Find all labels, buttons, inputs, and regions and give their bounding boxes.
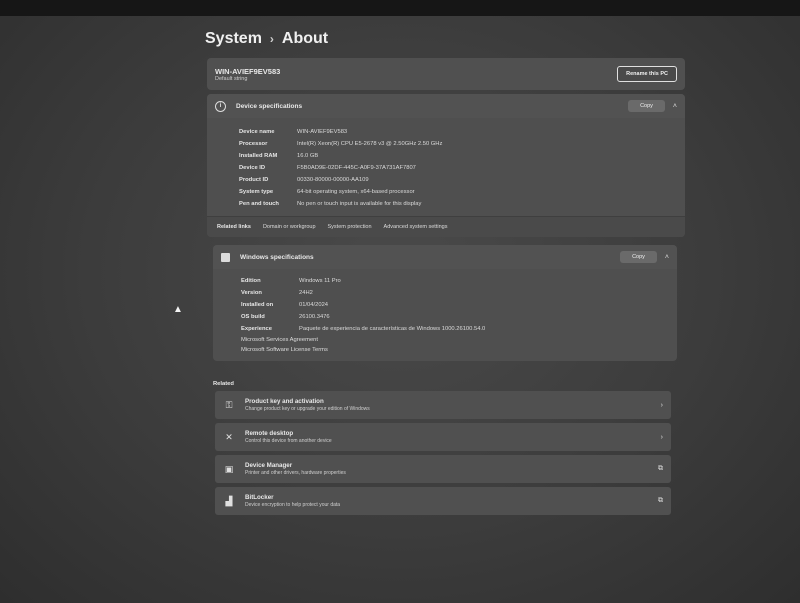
pc-subtitle: Default string [215, 75, 248, 82]
windows-specifications-header[interactable]: Windows specifications Copy ˄ [213, 245, 677, 269]
related-item-desc: Printer and other drivers, hardware prop… [245, 469, 346, 476]
breadcrumb-separator-icon: › [269, 32, 274, 46]
spec-value: 64-bit operating system, x64-based proce… [297, 189, 415, 195]
screen: System › About WIN-AVIEF9EV583 Default s… [0, 0, 800, 603]
device-manager-item[interactable]: ▣ Device Manager Printer and other drive… [215, 455, 671, 483]
device-specifications-title: Device specifications [236, 102, 303, 110]
spec-value: Windows 11 Pro [299, 278, 341, 284]
spec-key: Installed on [241, 302, 274, 308]
spec-row: Product ID 00330-80000-00000-AA109 [239, 174, 685, 186]
spec-row: Device ID F5B0AD9E-02DF-445C-A0F9-37A731A… [239, 162, 685, 174]
spec-row: Version 24H2 [241, 287, 677, 299]
breadcrumb-system[interactable]: System [205, 30, 262, 48]
spec-key: System type [239, 189, 274, 195]
remote-icon: ✕ [225, 431, 233, 442]
domain-or-workgroup-link[interactable]: Domain or workgroup [263, 224, 316, 230]
spec-value: 26100.3476 [299, 314, 330, 320]
spec-row: Pen and touch No pen or touch input is av… [239, 198, 685, 210]
related-links-bar: Related links Domain or workgroup System… [207, 216, 685, 237]
related-item-title: BitLocker [245, 494, 274, 502]
advanced-system-settings-link[interactable]: Advanced system settings [384, 224, 448, 230]
product-key-item[interactable]: ⚿ Product key and activation Change prod… [215, 391, 671, 419]
pc-name: WIN-AVIEF9EV583 [215, 66, 281, 76]
related-list: ⚿ Product key and activation Change prod… [215, 391, 671, 515]
chevron-up-icon[interactable]: ˄ [665, 254, 669, 261]
device-specifications-header[interactable]: i Device specifications Copy ˄ [207, 94, 685, 118]
copy-windows-specs-button[interactable]: Copy [620, 251, 657, 263]
spec-value: 16.0 GB [297, 153, 319, 159]
chevron-up-icon[interactable]: ˄ [673, 103, 677, 110]
spec-key: Processor [239, 141, 268, 147]
spec-row: Experience Paquete de experiencia de cara… [241, 323, 677, 335]
related-item-desc: Device encryption to help protect your d… [245, 501, 341, 508]
settings-content: System › About WIN-AVIEF9EV583 Default s… [205, 30, 685, 519]
key-icon: ⚿ [225, 399, 233, 410]
bitlocker-icon: ▟ [225, 495, 233, 506]
related-item-desc: Change product key or upgrade your editi… [245, 405, 370, 412]
mouse-cursor-icon: ▲ [173, 304, 183, 315]
spec-key: OS build [241, 314, 265, 320]
open-external-icon: ⧉ [658, 497, 663, 504]
spec-key: Device name [239, 129, 275, 135]
spec-value: Intel(R) Xeon(R) CPU E5-2678 v3 @ 2.50GH… [297, 141, 443, 147]
info-icon: i [215, 100, 226, 112]
system-protection-link[interactable]: System protection [328, 224, 372, 230]
spec-row: Installed RAM 16.0 GB [239, 150, 685, 162]
related-item-desc: Control this device from another device [245, 437, 332, 444]
remote-desktop-item[interactable]: ✕ Remote desktop Control this device fro… [215, 423, 671, 451]
spec-key: Device ID [239, 165, 266, 171]
spec-row: OS build 26100.3476 [241, 311, 677, 323]
spec-row: System type 64-bit operating system, x64-… [239, 186, 685, 198]
spec-key: Installed RAM [239, 153, 278, 159]
windows-specifications-title: Windows specifications [240, 253, 314, 261]
spec-row: Device name WIN-AVIEF9EV583 [239, 126, 685, 138]
spec-value: No pen or touch input is available for t… [297, 201, 422, 207]
spec-value: F5B0AD9E-02DF-445C-A0F9-37A731AF7807 [297, 165, 416, 171]
spec-value: WIN-AVIEF9EV583 [297, 129, 348, 135]
spec-row: Processor Intel(R) Xeon(R) CPU E5-2678 v3… [239, 138, 685, 150]
bitlocker-item[interactable]: ▟ BitLocker Device encryption to help pr… [215, 487, 671, 515]
device-manager-icon: ▣ [224, 463, 234, 474]
spec-value: 00330-80000-00000-AA109 [297, 177, 369, 183]
spec-key: Product ID [239, 177, 269, 183]
chevron-right-icon: › [660, 401, 663, 409]
rename-pc-button[interactable]: Rename this PC [617, 66, 677, 82]
related-section-label: Related [213, 381, 234, 387]
pc-name-card: WIN-AVIEF9EV583 Default string Rename th… [207, 58, 685, 90]
spec-row: Edition Windows 11 Pro [241, 275, 677, 287]
page-title: About [281, 30, 329, 47]
spec-row: Installed on 01/04/2024 [241, 299, 677, 311]
top-bar [0, 0, 800, 16]
spec-value: 01/04/2024 [299, 302, 329, 308]
windows-specifications-card: Windows specifications Copy ˄ Edition Win… [213, 245, 677, 361]
spec-key: Pen and touch [239, 201, 279, 207]
chevron-right-icon: › [660, 433, 663, 441]
device-specifications-card: i Device specifications Copy ˄ Device na… [207, 94, 685, 237]
open-external-icon: ⧉ [658, 465, 663, 472]
windows-specs-rows: Edition Windows 11 Pro Version 24H2 Instal… [213, 269, 677, 361]
spec-value: Paquete de experiencia de característica… [299, 326, 486, 332]
windows-logo-icon [221, 252, 230, 262]
related-item-title: Product key and activation [245, 398, 324, 406]
device-specs-rows: Device name WIN-AVIEF9EV583 Processor Inte… [207, 118, 685, 216]
spec-key: Version [241, 290, 262, 296]
breadcrumb: System › About [205, 30, 685, 48]
related-links-label: Related links [217, 224, 251, 230]
spec-key: Edition [241, 278, 261, 284]
license-terms-link[interactable]: Microsoft Software License Terms [241, 345, 677, 355]
related-item-title: Remote desktop [245, 430, 294, 438]
services-agreement-link[interactable]: Microsoft Services Agreement [241, 335, 677, 345]
copy-device-specs-button[interactable]: Copy [628, 100, 665, 112]
related-item-title: Device Manager [245, 462, 293, 470]
spec-value: 24H2 [299, 290, 313, 296]
spec-key: Experience [241, 326, 272, 332]
